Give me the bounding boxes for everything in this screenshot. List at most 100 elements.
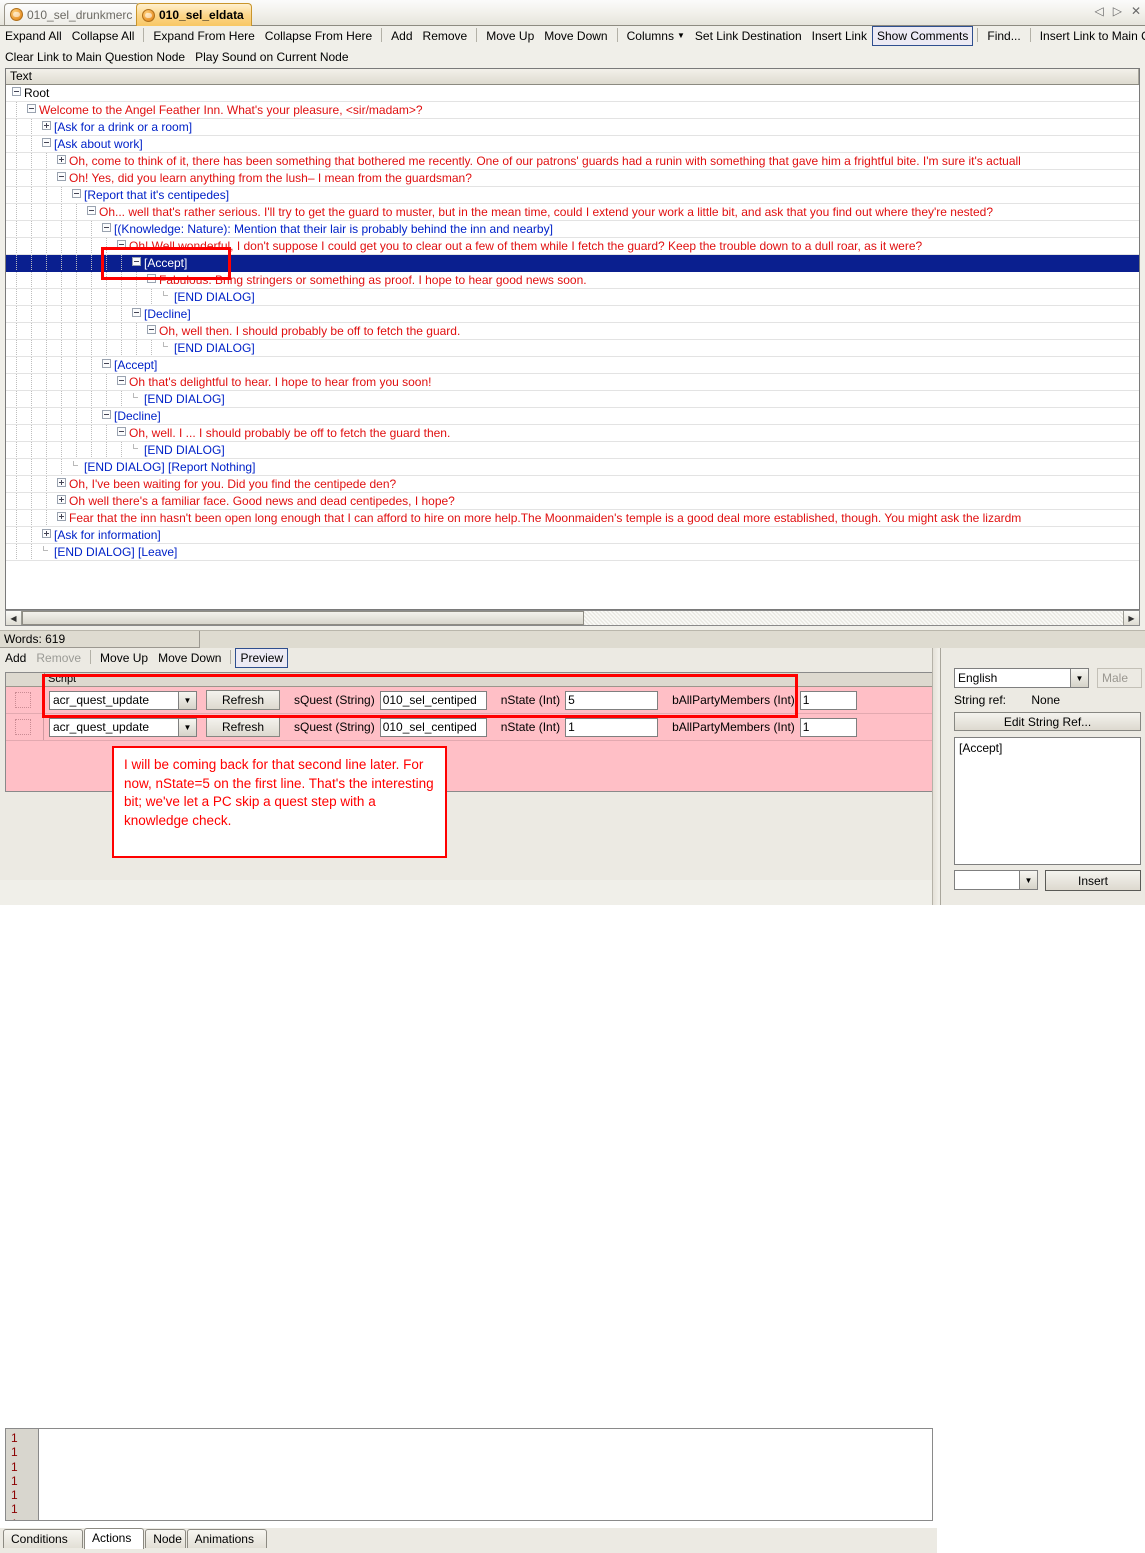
tree-row[interactable]: [Report that it's centipedes] — [6, 187, 1139, 204]
actions-remove[interactable]: Remove — [31, 648, 86, 668]
actions-preview[interactable]: Preview — [235, 648, 289, 668]
tree-row[interactable]: Oh, I've been waiting for you. Did you f… — [6, 476, 1139, 493]
collapse-node-icon[interactable] — [132, 257, 141, 266]
collapse-node-icon[interactable] — [57, 172, 66, 181]
scrollbar-track[interactable] — [22, 611, 1123, 625]
toolbar-find[interactable]: Find... — [982, 26, 1025, 46]
tree-row[interactable]: [END DIALOG] — [6, 442, 1139, 459]
panel-divider[interactable] — [932, 648, 939, 905]
toolbar-clear-link-to-main-question-node[interactable]: Clear Link to Main Question Node — [0, 47, 190, 67]
editor-tab-node[interactable]: Node — [145, 1529, 186, 1548]
node-text-editor[interactable]: [Accept] — [954, 737, 1141, 865]
scroll-left-icon[interactable]: ◀ — [6, 611, 22, 625]
toolbar-columns[interactable]: Columns ▼ — [622, 26, 690, 46]
tree-row[interactable]: Fear that the inn hasn't been open long … — [6, 510, 1139, 527]
tree-row[interactable]: [END DIALOG] [Leave] — [6, 544, 1139, 561]
tree-row[interactable]: [END DIALOG] — [6, 289, 1139, 306]
editor-tab-actions[interactable]: Actions — [84, 1528, 145, 1549]
language-select[interactable]: English ▼ — [954, 668, 1089, 688]
collapse-node-icon[interactable] — [102, 359, 111, 368]
chevron-down-icon[interactable]: ▼ — [178, 691, 196, 709]
editor-tab-animations[interactable]: Animations — [186, 1529, 267, 1548]
script-row[interactable]: acr_quest_update ▼ Refresh sQuest (String) 0… — [6, 687, 932, 714]
collapse-node-icon[interactable] — [87, 206, 96, 215]
tab-010-sel-drunkmerc[interactable]: 010_sel_drunkmerc — [4, 3, 141, 25]
chevron-down-icon[interactable]: ▼ — [1070, 669, 1088, 687]
actions-move-up[interactable]: Move Up — [95, 648, 153, 668]
tree-row[interactable]: [Ask about work] — [6, 136, 1139, 153]
actions-move-down[interactable]: Move Down — [153, 648, 226, 668]
collapse-node-icon[interactable] — [42, 138, 51, 147]
toolbar-move-down[interactable]: Move Down — [539, 26, 612, 46]
toolbar-expand-all[interactable]: Expand All — [0, 26, 67, 46]
expand-node-icon[interactable] — [57, 478, 66, 487]
toolbar-add[interactable]: Add — [386, 26, 417, 46]
toolbar-expand-from-here[interactable]: Expand From Here — [148, 26, 259, 46]
collapse-node-icon[interactable] — [12, 87, 21, 96]
tree-row[interactable]: Oh, well. I ... I should probably be off… — [6, 425, 1139, 442]
prev-tab-icon[interactable]: ◁ — [1094, 4, 1103, 18]
expand-node-icon[interactable] — [42, 121, 51, 130]
tree-row[interactable]: Oh well there's a familiar face. Good ne… — [6, 493, 1139, 510]
toolbar-collapse-from-here[interactable]: Collapse From Here — [260, 26, 377, 46]
collapse-node-icon[interactable] — [102, 223, 111, 232]
tree-row[interactable]: [Accept] — [6, 357, 1139, 374]
tree-row[interactable]: [END DIALOG] — [6, 391, 1139, 408]
tree-row[interactable]: [END DIALOG] — [6, 340, 1139, 357]
collapse-node-icon[interactable] — [117, 376, 126, 385]
toolbar-insert-link-to-main-question-node[interactable]: Insert Link to Main Question Node — [1035, 26, 1145, 46]
refresh-button[interactable]: Refresh — [206, 690, 280, 710]
column-divider[interactable] — [1138, 69, 1139, 84]
expand-node-icon[interactable] — [57, 155, 66, 164]
next-tab-icon[interactable]: ▷ — [1113, 4, 1122, 18]
expand-node-icon[interactable] — [42, 529, 51, 538]
collapse-node-icon[interactable] — [117, 427, 126, 436]
param-input[interactable]: 1 — [799, 717, 857, 737]
scrollbar-thumb[interactable] — [22, 611, 584, 625]
refresh-button[interactable]: Refresh — [206, 717, 280, 737]
script-row[interactable]: acr_quest_update ▼ Refresh sQuest (String) 0… — [6, 714, 932, 741]
code-text-area[interactable] — [39, 1429, 932, 1520]
collapse-node-icon[interactable] — [147, 325, 156, 334]
script-code-view[interactable]: 1111111 — [5, 1428, 933, 1521]
collapse-node-icon[interactable] — [147, 274, 156, 283]
tree-row[interactable]: Oh, well then. I should probably be off … — [6, 323, 1139, 340]
collapse-node-icon[interactable] — [72, 189, 81, 198]
toolbar-move-up[interactable]: Move Up — [481, 26, 539, 46]
insert-button[interactable]: Insert — [1045, 870, 1141, 891]
toolbar-remove[interactable]: Remove — [418, 26, 473, 46]
tree-row[interactable]: Oh that's delightful to hear. I hope to … — [6, 374, 1139, 391]
toolbar-set-link-destination[interactable]: Set Link Destination — [690, 26, 807, 46]
chevron-down-icon[interactable]: ▼ — [677, 31, 685, 40]
tree-row[interactable]: Oh... well that's rather serious. I'll t… — [6, 204, 1139, 221]
toolbar-play-sound-on-current-node[interactable]: Play Sound on Current Node — [190, 47, 353, 67]
collapse-node-icon[interactable] — [117, 240, 126, 249]
tree-row[interactable]: [END DIALOG] [Report Nothing] — [6, 459, 1139, 476]
chevron-down-icon[interactable]: ▼ — [178, 718, 196, 736]
collapse-node-icon[interactable] — [27, 104, 36, 113]
tree-row[interactable]: [(Knowledge: Nature): Mention that their… — [6, 221, 1139, 238]
tab-010-sel-eldata[interactable]: 010_sel_eldata — [136, 3, 252, 26]
toolbar-insert-link[interactable]: Insert Link — [807, 26, 872, 46]
collapse-node-icon[interactable] — [132, 308, 141, 317]
param-input[interactable]: 010_sel_centiped — [379, 717, 487, 737]
tree-row[interactable]: [Decline] — [6, 306, 1139, 323]
toolbar-show-comments[interactable]: Show Comments — [871, 26, 974, 46]
tree-row[interactable]: Welcome to the Angel Feather Inn. What's… — [6, 102, 1139, 119]
script-name-select[interactable]: acr_quest_update ▼ — [49, 717, 197, 737]
script-row-gutter[interactable] — [6, 714, 44, 740]
tree-row[interactable]: [Ask for a drink or a room] — [6, 119, 1139, 136]
toolbar-collapse-all[interactable]: Collapse All — [67, 26, 140, 46]
editor-tab-conditions[interactable]: Conditions — [3, 1529, 83, 1548]
tree-row[interactable]: Oh! Yes, did you learn anything from the… — [6, 170, 1139, 187]
scroll-right-icon[interactable]: ▶ — [1123, 611, 1139, 625]
tree-row[interactable]: Fabulous. Bring stringers or something a… — [6, 272, 1139, 289]
actions-add[interactable]: Add — [0, 648, 31, 668]
param-input[interactable]: 1 — [565, 717, 659, 737]
tree-row[interactable]: Root — [6, 85, 1139, 102]
tree-row[interactable]: Oh! Well wonderful, I don't suppose I co… — [6, 238, 1139, 255]
param-input[interactable]: 5 — [565, 690, 659, 710]
tree-horizontal-scrollbar[interactable]: ◀ ▶ — [5, 610, 1140, 626]
expand-node-icon[interactable] — [57, 512, 66, 521]
script-name-select[interactable]: acr_quest_update ▼ — [49, 690, 197, 710]
